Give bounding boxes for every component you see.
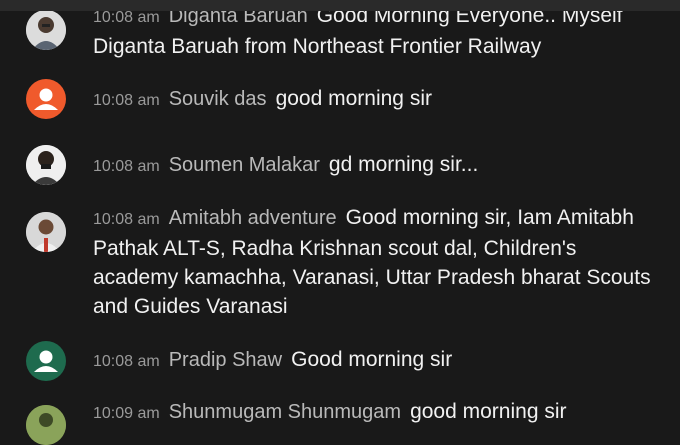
avatar[interactable] bbox=[26, 145, 66, 185]
message-author[interactable]: Pradip Shaw bbox=[169, 349, 282, 371]
message-timestamp: 10:08 am bbox=[93, 9, 160, 26]
message-text: good morning sir bbox=[275, 87, 432, 110]
avatar[interactable] bbox=[26, 212, 66, 252]
avatar[interactable] bbox=[26, 10, 66, 50]
avatar[interactable] bbox=[26, 341, 66, 381]
message-author[interactable]: Souvik das bbox=[169, 88, 267, 110]
user-photo-icon bbox=[26, 145, 66, 185]
live-chat-feed[interactable]: 10:08 am Diganta Baruah Good Morning Every… bbox=[0, 0, 680, 445]
message-timestamp: 10:08 am bbox=[93, 353, 160, 370]
message-timestamp: 10:09 am bbox=[93, 405, 160, 422]
message-timestamp: 10:08 am bbox=[93, 92, 160, 109]
user-photo-icon bbox=[26, 212, 66, 252]
message-timestamp: 10:08 am bbox=[93, 211, 160, 228]
message-text: gd morning sir... bbox=[328, 153, 479, 176]
user-photo-icon bbox=[26, 10, 66, 50]
user-photo-icon bbox=[26, 405, 66, 445]
default-user-icon bbox=[34, 88, 58, 110]
message-timestamp: 10:08 am bbox=[93, 158, 160, 175]
message-author[interactable]: Soumen Malakar bbox=[169, 154, 320, 176]
message-author[interactable]: Amitabh adventure bbox=[169, 207, 337, 229]
top-bar bbox=[0, 0, 680, 11]
avatar[interactable] bbox=[26, 405, 66, 445]
default-user-icon bbox=[34, 350, 58, 372]
avatar[interactable] bbox=[26, 79, 66, 119]
message-text: Good morning sir bbox=[291, 348, 453, 371]
